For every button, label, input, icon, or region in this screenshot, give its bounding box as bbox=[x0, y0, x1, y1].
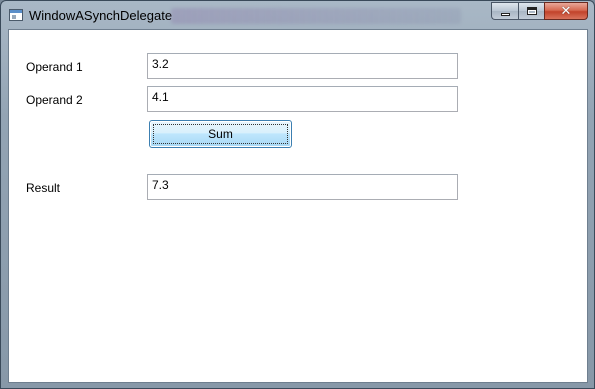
background-window-ghost bbox=[171, 8, 461, 24]
minimize-icon bbox=[500, 12, 510, 16]
operand1-label: Operand 1 bbox=[26, 60, 83, 74]
client-area: Operand 1 3.2 Operand 2 4.1 Sum Result 7… bbox=[8, 29, 588, 383]
result-label: Result bbox=[26, 181, 61, 195]
app-window: WindowASynchDelegate ✕ Operand 1 3.2 Ope… bbox=[0, 0, 595, 389]
operand2-label: Operand 2 bbox=[26, 93, 83, 107]
sum-button[interactable]: Sum bbox=[149, 120, 292, 148]
minimize-button[interactable] bbox=[491, 2, 518, 20]
window-app-icon[interactable] bbox=[9, 9, 23, 21]
operand2-input[interactable]: 4.1 bbox=[147, 86, 458, 112]
title-bar[interactable]: WindowASynchDelegate ✕ bbox=[1, 1, 594, 29]
result-field[interactable]: 7.3 bbox=[147, 174, 458, 200]
operand1-input[interactable]: 3.2 bbox=[147, 53, 458, 79]
maximize-icon bbox=[526, 7, 537, 15]
focus-rectangle bbox=[153, 124, 288, 144]
caption-buttons: ✕ bbox=[491, 2, 588, 21]
close-button[interactable]: ✕ bbox=[544, 2, 588, 20]
close-icon: ✕ bbox=[560, 3, 572, 19]
maximize-button[interactable] bbox=[518, 2, 544, 20]
window-title: WindowASynchDelegate bbox=[29, 8, 173, 23]
